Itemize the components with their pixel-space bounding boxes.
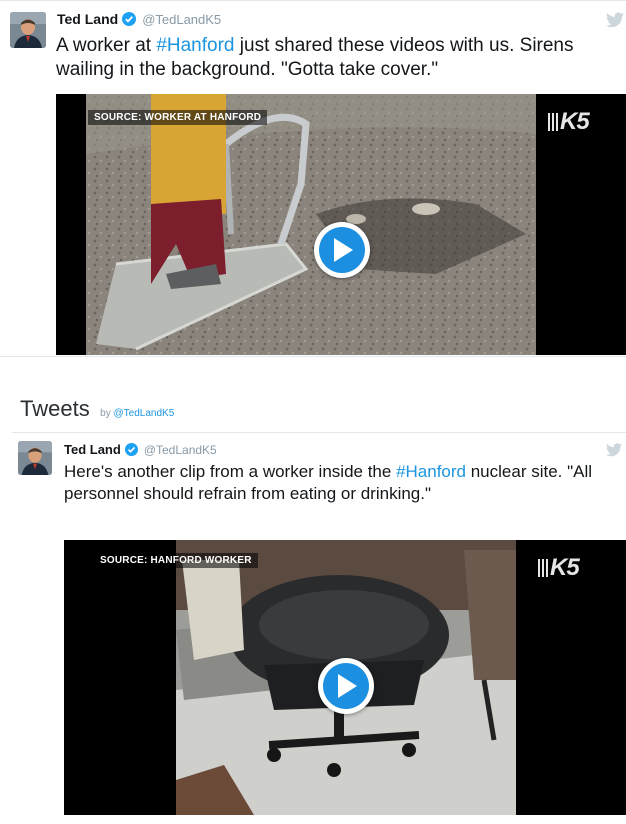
author-name[interactable]: Ted Land [57, 11, 118, 27]
verified-badge-icon [124, 443, 138, 459]
section-divider [0, 356, 626, 357]
twitter-bird-icon[interactable] [606, 443, 624, 459]
k5-logo: K5 [548, 108, 590, 136]
timeline-title: Tweets [20, 396, 90, 421]
play-button[interactable] [314, 222, 370, 278]
hashtag-link[interactable]: #Hanford [156, 35, 234, 56]
author-handle[interactable]: @TedLandK5 [142, 12, 221, 27]
tweet-text: A worker at #Hanford just shared these v… [56, 35, 574, 80]
tweet-author[interactable]: Ted Land @TedLandK5 [57, 11, 221, 29]
video-source-label: SOURCE: WORKER AT HANFORD [88, 110, 268, 125]
tweet-author[interactable]: Ted Land @TedLandK5 [64, 442, 217, 459]
author-handle[interactable]: @TedLandK5 [144, 443, 217, 457]
timeline-header: Tweets by @TedLandK5 [20, 396, 174, 422]
hashtag-link[interactable]: #Hanford [396, 462, 466, 481]
twitter-bird-icon[interactable] [606, 12, 624, 28]
timeline-by: by @TedLandK5 [100, 408, 175, 419]
k5-logo: K5 [538, 554, 580, 582]
play-button[interactable] [318, 658, 374, 714]
video-player[interactable]: SOURCE: HANFORD WORKER K5 [64, 540, 626, 815]
video-source-label: SOURCE: HANFORD WORKER [94, 553, 258, 568]
avatar[interactable] [18, 441, 52, 475]
avatar[interactable] [10, 12, 46, 48]
tweet-text: Here's another clip from a worker inside… [64, 462, 593, 503]
header-divider [12, 432, 626, 433]
verified-badge-icon [122, 12, 137, 29]
author-name[interactable]: Ted Land [64, 442, 121, 457]
top-divider [0, 0, 626, 1]
video-player[interactable]: SOURCE: WORKER AT HANFORD K5 [56, 94, 626, 355]
timeline-by-handle[interactable]: @TedLandK5 [114, 408, 175, 419]
